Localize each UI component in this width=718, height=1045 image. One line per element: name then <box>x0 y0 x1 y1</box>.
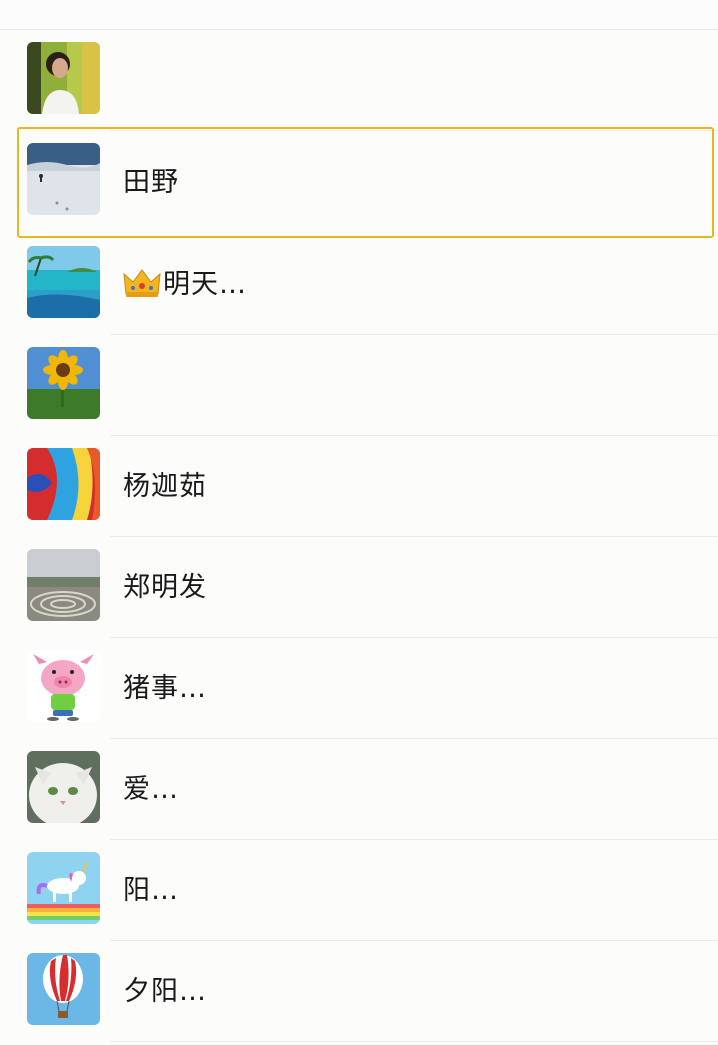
contact-list: 田野 明天… 杨迦茹 郑明发 猪事… 爱… 阳… 夕阳… <box>0 30 718 1042</box>
contact-name: 猪事… <box>123 673 207 704</box>
contact-row[interactable]: 猪事… <box>0 638 718 739</box>
snowfield-icon <box>27 143 100 215</box>
contact-row[interactable]: 郑明发 <box>0 537 718 638</box>
contact-name: 明天… <box>123 234 247 335</box>
contact-name: 夕阳… <box>123 976 207 1007</box>
stone-spiral-icon <box>27 549 100 621</box>
tropical-beach-icon <box>27 246 100 318</box>
sunflower-icon <box>27 347 100 419</box>
persian-cat-icon <box>27 751 100 823</box>
contact-row[interactable]: 杨迦茹 <box>0 436 718 537</box>
contact-name: 郑明发 <box>123 572 207 603</box>
contact-row-selected[interactable]: 田野 <box>17 127 714 238</box>
girl-portrait-icon <box>27 42 100 114</box>
hot-air-balloon-icon <box>27 953 100 1025</box>
crown-icon <box>123 269 161 297</box>
contact-row[interactable]: 爱… <box>0 739 718 840</box>
contact-row[interactable]: 夕阳… <box>0 941 718 1042</box>
contact-name: 田野 <box>123 167 179 198</box>
abstract-paint-icon <box>27 448 100 520</box>
contact-row[interactable]: 明天… <box>0 234 718 335</box>
contact-row[interactable] <box>0 30 718 131</box>
contact-row[interactable] <box>0 335 718 436</box>
top-bar <box>0 0 718 30</box>
contact-name-text: 明天… <box>163 269 247 300</box>
contact-name: 阳… <box>123 875 179 906</box>
contact-name: 爱… <box>123 774 179 805</box>
contact-name: 杨迦茹 <box>123 471 207 502</box>
row-divider <box>110 1041 718 1042</box>
cartoon-pig-icon <box>27 650 100 722</box>
unicorn-rainbow-icon <box>27 852 100 924</box>
contact-row[interactable]: 阳… <box>0 840 718 941</box>
